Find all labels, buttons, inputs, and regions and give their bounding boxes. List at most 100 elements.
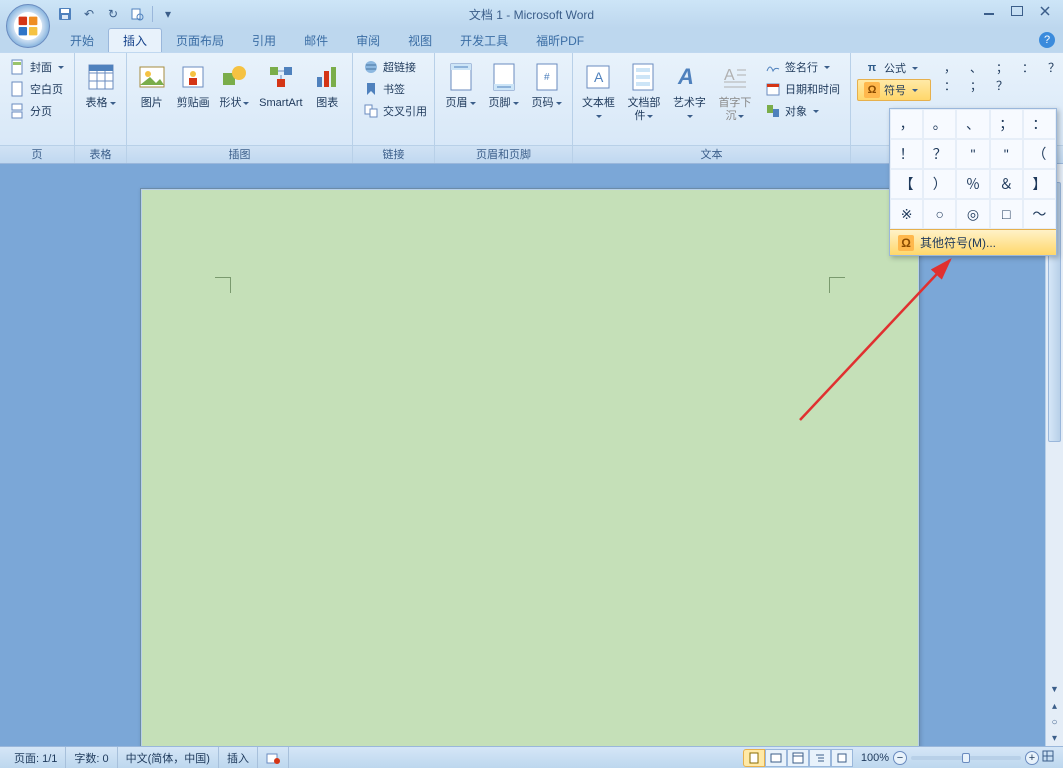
shapes-button[interactable]: 形状 xyxy=(216,57,253,112)
sym-cell[interactable]: " xyxy=(956,139,989,169)
sym-cell[interactable]: □ xyxy=(990,199,1023,229)
redo-icon[interactable]: ↻ xyxy=(104,5,122,23)
sym-cell[interactable]: ） xyxy=(923,169,956,199)
sym-cell[interactable]: ※ xyxy=(890,199,923,229)
footer-button[interactable]: 页脚 xyxy=(484,57,523,112)
scroll-down-icon[interactable]: ▼ xyxy=(1046,680,1063,698)
view-web[interactable] xyxy=(787,749,809,767)
qsym-6[interactable]: ； xyxy=(967,77,985,91)
table-button[interactable]: 表格 xyxy=(81,57,120,112)
qsym-0[interactable]: ， xyxy=(941,59,959,73)
sym-cell[interactable]: 【 xyxy=(890,169,923,199)
qsym-3[interactable]: ： xyxy=(1019,59,1037,73)
hyperlink-button[interactable]: 超链接 xyxy=(359,57,431,77)
help-icon[interactable]: ? xyxy=(1039,32,1055,48)
qsym-4[interactable]: ？ xyxy=(1045,59,1063,73)
view-draft[interactable] xyxy=(831,749,853,767)
sym-cell[interactable]: ？ xyxy=(923,139,956,169)
status-page[interactable]: 页面: 1/1 xyxy=(6,747,66,768)
print-preview-icon[interactable] xyxy=(128,5,146,23)
tab-review[interactable]: 审阅 xyxy=(342,29,394,52)
zoom-in-button[interactable]: + xyxy=(1025,751,1039,765)
cover-page-button[interactable]: 封面 xyxy=(6,57,68,77)
browse-object-icon[interactable]: ○ xyxy=(1046,714,1063,730)
sym-cell[interactable]: ○ xyxy=(923,199,956,229)
prev-page-icon[interactable]: ▴ xyxy=(1046,698,1063,714)
window-controls xyxy=(975,2,1059,20)
textbox-button[interactable]: A文本框 xyxy=(579,57,618,125)
object-button[interactable]: 对象 xyxy=(761,101,844,121)
sym-cell[interactable]: ！ xyxy=(890,139,923,169)
next-page-icon[interactable]: ▾ xyxy=(1046,730,1063,746)
tab-insert[interactable]: 插入 xyxy=(108,28,162,52)
sym-cell[interactable]: ◎ xyxy=(956,199,989,229)
sym-cell[interactable]: " xyxy=(990,139,1023,169)
zoom-out-button[interactable]: − xyxy=(893,751,907,765)
tab-mailings[interactable]: 邮件 xyxy=(290,29,342,52)
sym-cell[interactable]: ， xyxy=(890,109,923,139)
symbol-icon: Ω xyxy=(864,82,880,98)
signature-button[interactable]: 签名行 xyxy=(761,57,844,77)
qat-customize-icon[interactable]: ▾ xyxy=(159,5,177,23)
zoom-level[interactable]: 100% xyxy=(861,752,889,764)
wordart-button[interactable]: A艺术字 xyxy=(670,57,709,125)
sym-cell[interactable]: 、 xyxy=(956,109,989,139)
tab-home[interactable]: 开始 xyxy=(56,29,108,52)
tab-foxit[interactable]: 福昕PDF xyxy=(522,29,598,52)
svg-text:A: A xyxy=(677,64,694,89)
qsym-5[interactable]: ： xyxy=(941,77,959,91)
tab-references[interactable]: 引用 xyxy=(238,29,290,52)
page[interactable] xyxy=(140,188,920,746)
zoom-slider[interactable] xyxy=(911,756,1021,760)
blank-page-button[interactable]: 空白页 xyxy=(6,79,68,99)
status-mode[interactable]: 插入 xyxy=(219,747,258,768)
more-symbols-button[interactable]: Ω 其他符号(M)... xyxy=(890,229,1056,255)
sym-cell[interactable]: 。 xyxy=(923,109,956,139)
zoom-thumb[interactable] xyxy=(962,753,970,763)
view-print-layout[interactable] xyxy=(743,749,765,767)
close-button[interactable] xyxy=(1031,2,1059,20)
crossref-button[interactable]: 交叉引用 xyxy=(359,101,431,121)
symbol-button[interactable]: Ω符号 xyxy=(857,79,931,101)
tab-view[interactable]: 视图 xyxy=(394,29,446,52)
sym-cell[interactable]: （ xyxy=(1023,139,1056,169)
sym-cell[interactable]: ＆ xyxy=(990,169,1023,199)
dropcap-button[interactable]: A首字下沉 xyxy=(713,57,757,125)
smartart-button[interactable]: SmartArt xyxy=(257,57,304,112)
view-fullscreen[interactable] xyxy=(765,749,787,767)
save-icon[interactable] xyxy=(56,5,74,23)
pagenum-button[interactable]: #页码 xyxy=(527,57,566,112)
quickparts-button[interactable]: 文档部件 xyxy=(622,57,666,125)
sym-cell[interactable]: 】 xyxy=(1023,169,1056,199)
quickparts-icon xyxy=(628,59,660,95)
tab-layout[interactable]: 页面布局 xyxy=(162,29,238,52)
clipart-button[interactable]: 剪贴画 xyxy=(174,57,211,112)
datetime-button[interactable]: 日期和时间 xyxy=(761,79,844,99)
status-lang[interactable]: 中文(简体，中国) xyxy=(118,747,219,768)
scroll-track[interactable] xyxy=(1046,182,1063,680)
bookmark-button[interactable]: 书签 xyxy=(359,79,431,99)
group-links: 超链接 书签 交叉引用 链接 xyxy=(353,53,435,163)
sym-cell[interactable]: ； xyxy=(990,109,1023,139)
sym-cell[interactable]: ％ xyxy=(956,169,989,199)
status-record-macro[interactable] xyxy=(258,747,289,768)
picture-button[interactable]: 图片 xyxy=(133,57,170,112)
undo-icon[interactable]: ↶ xyxy=(80,5,98,23)
page-break-icon xyxy=(10,103,26,119)
page-break-button[interactable]: 分页 xyxy=(6,101,68,121)
view-outline[interactable] xyxy=(809,749,831,767)
tab-developer[interactable]: 开发工具 xyxy=(446,29,522,52)
office-button[interactable] xyxy=(6,4,50,48)
qsym-7[interactable]: ？ xyxy=(993,77,1011,91)
sym-cell[interactable]: ： xyxy=(1023,109,1056,139)
fit-window-icon[interactable] xyxy=(1039,749,1057,766)
minimize-button[interactable] xyxy=(975,2,1003,20)
status-words[interactable]: 字数: 0 xyxy=(66,747,117,768)
equation-button[interactable]: π公式 xyxy=(857,57,931,79)
qsym-2[interactable]: ； xyxy=(993,59,1011,73)
maximize-button[interactable] xyxy=(1003,2,1031,20)
header-button[interactable]: 页眉 xyxy=(441,57,480,112)
qsym-1[interactable]: 、 xyxy=(967,59,985,73)
sym-cell[interactable]: ～ xyxy=(1023,199,1056,229)
chart-button[interactable]: 图表 xyxy=(309,57,346,112)
